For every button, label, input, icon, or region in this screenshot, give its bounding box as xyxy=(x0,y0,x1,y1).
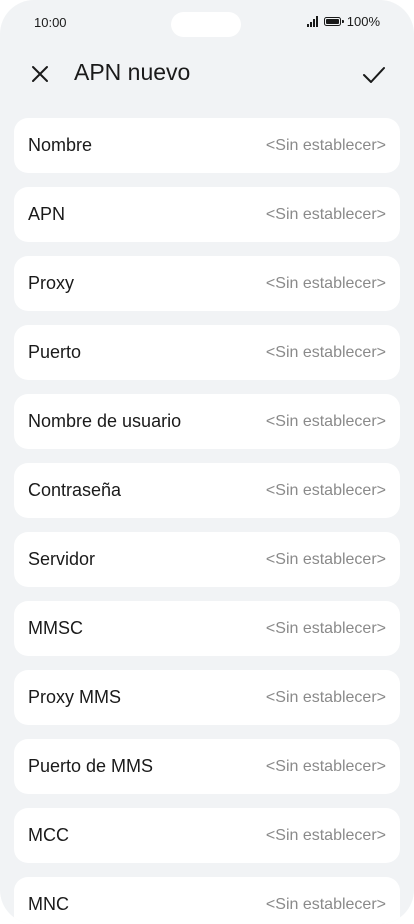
field-row-name[interactable]: Nombre <Sin establecer> xyxy=(14,118,400,173)
field-value: <Sin establecer> xyxy=(265,481,386,499)
battery-icon xyxy=(323,17,344,26)
field-row-mmsc[interactable]: MMSC <Sin establecer> xyxy=(14,601,400,656)
field-value: <Sin establecer> xyxy=(265,412,386,430)
field-value: <Sin establecer> xyxy=(265,136,386,154)
field-value: <Sin establecer> xyxy=(265,895,386,913)
field-row-server[interactable]: Servidor <Sin establecer> xyxy=(14,532,400,587)
status-bar: 10:00 100% xyxy=(0,0,414,44)
field-label: MMSC xyxy=(28,618,83,638)
signal-icon xyxy=(306,16,318,27)
field-value: <Sin establecer> xyxy=(265,550,386,568)
status-indicators: 100% xyxy=(306,14,380,29)
field-label: Proxy xyxy=(28,273,75,293)
field-label: Nombre xyxy=(28,135,93,155)
app-header: APN nuevo xyxy=(0,56,414,92)
field-row-mnc[interactable]: MNC <Sin establecer> xyxy=(14,877,400,924)
field-label: MCC xyxy=(28,825,69,845)
field-row-mms-proxy[interactable]: Proxy MMS <Sin establecer> xyxy=(14,670,400,725)
field-row-proxy[interactable]: Proxy <Sin establecer> xyxy=(14,256,400,311)
phone-screen: 10:00 100% APN nuevo Nombre <Sin estable… xyxy=(0,0,414,924)
field-label: MNC xyxy=(28,894,69,914)
field-label: Proxy MMS xyxy=(28,687,122,707)
status-time: 10:00 xyxy=(34,15,67,30)
field-row-mms-port[interactable]: Puerto de MMS <Sin establecer> xyxy=(14,739,400,794)
field-label: Puerto de MMS xyxy=(28,756,154,776)
checkmark-icon xyxy=(363,67,385,83)
close-icon xyxy=(32,66,48,82)
field-value: <Sin establecer> xyxy=(265,343,386,361)
apn-field-list: Nombre <Sin establecer> APN <Sin estable… xyxy=(14,118,400,924)
field-value: <Sin establecer> xyxy=(265,757,386,775)
field-row-username[interactable]: Nombre de usuario <Sin establecer> xyxy=(14,394,400,449)
confirm-button[interactable] xyxy=(360,61,388,89)
field-value: <Sin establecer> xyxy=(265,619,386,637)
field-label: Servidor xyxy=(28,549,96,569)
field-value: <Sin establecer> xyxy=(265,205,386,223)
field-label: Contraseña xyxy=(28,480,122,500)
field-value: <Sin establecer> xyxy=(265,826,386,844)
close-button[interactable] xyxy=(28,62,54,88)
field-value: <Sin establecer> xyxy=(265,274,386,292)
field-row-port[interactable]: Puerto <Sin establecer> xyxy=(14,325,400,380)
field-row-apn[interactable]: APN <Sin establecer> xyxy=(14,187,400,242)
field-value: <Sin establecer> xyxy=(265,688,386,706)
field-label: Nombre de usuario xyxy=(28,411,182,431)
page-title: APN nuevo xyxy=(74,59,191,85)
field-row-mcc[interactable]: MCC <Sin establecer> xyxy=(14,808,400,863)
field-row-password[interactable]: Contraseña <Sin establecer> xyxy=(14,463,400,518)
battery-percentage: 100% xyxy=(346,14,380,29)
camera-cutout xyxy=(171,12,241,37)
field-label: APN xyxy=(28,204,66,224)
field-label: Puerto xyxy=(28,342,82,362)
